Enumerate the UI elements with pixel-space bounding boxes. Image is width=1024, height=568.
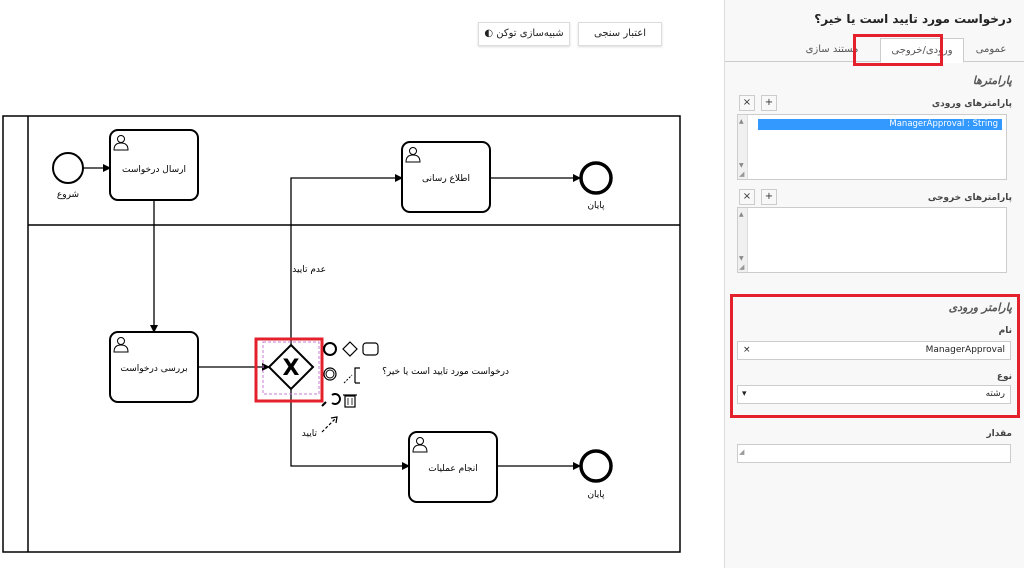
parameters-heading: پارامترها — [972, 74, 1012, 87]
properties-panel: درخواست مورد تایید است یا خیر؟ عمومی ورو… — [724, 0, 1024, 568]
panel-tabs: عمومی ورودی/خروجی مستند سازی — [725, 38, 1024, 63]
task-operations[interactable]: انجام عملیات — [408, 431, 498, 503]
start-event[interactable] — [52, 152, 84, 184]
clear-name-icon[interactable]: × — [743, 342, 751, 359]
task-review-request[interactable]: بررسی درخواست — [109, 331, 199, 403]
bpmn-diagram: شروع ارسال درخواست بررسی درخواست اطلاع ر… — [2, 115, 681, 553]
input-params-scrollbar[interactable]: ▲ ▼ ◢ — [738, 115, 748, 179]
flow-approve-label: تایید — [302, 429, 318, 439]
scroll-up-icon: ▲ — [739, 118, 744, 125]
scroll-down-icon: ▼ — [739, 162, 744, 169]
task-notify[interactable]: اطلاع رسانی — [401, 141, 491, 213]
flow-reject[interactable] — [290, 174, 403, 345]
task-review-label: بررسی درخواست — [120, 364, 187, 374]
end-event-bottom-label: پایان — [587, 490, 605, 500]
change-type-wrench-icon[interactable] — [321, 393, 341, 407]
input-param-option[interactable]: ManagerApproval : String — [758, 119, 1002, 130]
value-textarea[interactable]: ◢ — [737, 444, 1011, 463]
output-params-scrollbar[interactable]: ▲ ▼ ◢ — [738, 208, 748, 272]
resize-grip-icon: ◢ — [739, 170, 745, 178]
delete-trash-icon[interactable] — [343, 394, 357, 408]
end-event-top[interactable] — [579, 161, 613, 195]
output-params-list[interactable]: ▲ ▼ ◢ — [737, 207, 1007, 273]
connect-arrow-icon[interactable] — [321, 416, 338, 433]
gateway-x-marker: X — [283, 356, 300, 381]
append-intermediate-event-icon[interactable] — [323, 367, 337, 381]
panel-title: درخواست مورد تایید است یا خیر؟ — [814, 12, 1012, 26]
type-select[interactable]: رشته ▾ — [737, 385, 1011, 404]
input-params-label: پارامترهای ورودی — [931, 99, 1012, 109]
resize-grip-icon: ◢ — [739, 263, 745, 271]
text-annotation-icon[interactable] — [354, 367, 360, 384]
input-param-heading: پارامتر ورودی — [948, 301, 1012, 314]
scroll-up-icon: ▲ — [739, 211, 744, 218]
type-label: نوع — [996, 372, 1012, 382]
exclusive-gateway[interactable]: X — [267, 343, 315, 391]
add-input-param-button[interactable]: + — [761, 95, 777, 111]
value-label: مقدار — [986, 429, 1012, 439]
gateway-label: درخواست مورد تایید است یا خیر؟ — [382, 367, 509, 377]
connect-dotted-icon — [343, 374, 353, 384]
diagram-canvas[interactable]: ◐ شبیه‌سازی توکن اعتبار سنجی شروع — [0, 0, 724, 568]
task-submit-request[interactable]: ارسال درخواست — [109, 129, 199, 201]
resize-grip-icon: ◢ — [739, 448, 745, 456]
pool[interactable] — [2, 115, 681, 553]
flow-reject-label: عدم تایید — [292, 265, 326, 275]
end-event-bottom[interactable] — [579, 449, 613, 483]
add-output-param-button[interactable]: + — [761, 189, 777, 205]
end-event-top-label: پایان — [587, 201, 605, 211]
tab-documentation[interactable]: مستند سازی — [790, 38, 874, 62]
start-event-label: شروع — [57, 190, 79, 200]
chevron-down-icon: ▾ — [742, 389, 747, 399]
name-input[interactable]: ManagerApproval × — [737, 341, 1011, 360]
output-params-label: پارامترهای خروجی — [927, 193, 1012, 203]
append-gateway-icon[interactable] — [342, 341, 358, 357]
remove-input-param-button[interactable]: × — [739, 95, 755, 111]
remove-output-param-button[interactable]: × — [739, 189, 755, 205]
task-notify-label: اطلاع رسانی — [422, 174, 470, 184]
scroll-down-icon: ▼ — [739, 255, 744, 262]
append-end-event-icon[interactable] — [323, 342, 337, 356]
tab-input-output[interactable]: ورودی/خروجی — [880, 38, 964, 63]
tab-general[interactable]: عمومی — [970, 38, 1012, 62]
name-value: ManagerApproval — [925, 345, 1005, 355]
name-label: نام — [998, 326, 1012, 336]
task-operations-label: انجام عملیات — [428, 464, 477, 474]
type-value: رشته — [985, 389, 1005, 399]
task-submit-label: ارسال درخواست — [122, 165, 186, 175]
input-params-list[interactable]: ▲ ▼ ◢ ManagerApproval : String — [737, 114, 1007, 180]
append-task-icon[interactable] — [362, 342, 379, 356]
